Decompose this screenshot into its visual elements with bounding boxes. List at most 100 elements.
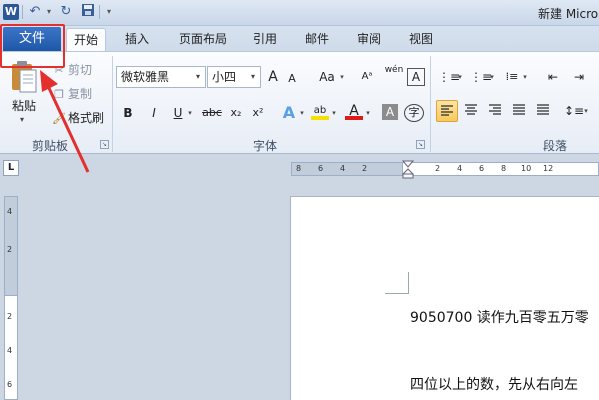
character-border-button[interactable]: A: [407, 68, 425, 86]
chevron-down-icon[interactable]: ▾: [521, 66, 529, 88]
numbering-icon[interactable]: ⋮≡: [470, 66, 492, 88]
cut-button[interactable]: ✂ 剪切: [52, 60, 92, 80]
document-page[interactable]: [290, 196, 599, 400]
chevron-down-icon[interactable]: ▾: [338, 66, 346, 88]
format-painter-label: 格式刷: [68, 111, 105, 125]
chevron-down-icon[interactable]: ▾: [330, 102, 338, 124]
tab-review[interactable]: 审阅: [350, 28, 388, 51]
font-size-combo[interactable]: 小四 ▾: [207, 66, 261, 88]
chevron-down-icon[interactable]: ▾: [246, 67, 260, 87]
ruler-number: 4: [7, 207, 13, 216]
font-launcher-icon[interactable]: ↘: [416, 140, 425, 149]
indent-marker[interactable]: [402, 160, 414, 179]
format-painter-button[interactable]: 🖌 格式刷: [52, 108, 104, 128]
chevron-down-icon[interactable]: ▾: [186, 102, 194, 124]
ruler-number: 2: [435, 164, 441, 173]
document-title: 新建 Micro: [538, 7, 599, 21]
clear-format-button[interactable]: Aᵃ: [355, 66, 379, 88]
font-group-label: 字体: [252, 139, 277, 153]
undo-dropdown-icon[interactable]: ▾: [44, 3, 54, 21]
font-color-button[interactable]: A: [345, 100, 363, 120]
document-text-line[interactable]: 9050700 读作九百零五万零: [410, 307, 589, 327]
subscript-button[interactable]: x₂: [228, 102, 244, 124]
ribbon: 粘贴 ▾ ✂ 剪切 ❐ 复制 🖌 格式刷 剪贴板 ↘ 微软雅黑 ▾ 小四 ▾ A A …: [0, 51, 599, 154]
clipboard-launcher-icon[interactable]: ↘: [100, 140, 109, 149]
justify-button[interactable]: [509, 100, 529, 122]
ruler-number: 4: [340, 164, 346, 173]
ruler-number: 2: [362, 164, 368, 173]
distributed-align-button[interactable]: [533, 100, 553, 122]
decrease-indent-icon[interactable]: ⇤: [544, 66, 562, 88]
ruler-number: 2: [7, 245, 13, 254]
italic-button[interactable]: I: [146, 102, 162, 124]
scissors-icon: ✂: [54, 64, 64, 77]
tab-view[interactable]: 视图: [402, 28, 440, 51]
font-name-combo[interactable]: 微软雅黑 ▾: [116, 66, 206, 88]
chevron-down-icon[interactable]: ▾: [191, 67, 205, 87]
grow-font-button[interactable]: A: [266, 66, 280, 88]
cut-label: 剪切: [68, 63, 93, 77]
title-bar: W ↶ ▾ ↻ ▾ 新建 Micro: [0, 0, 599, 26]
save-icon[interactable]: [79, 3, 97, 21]
document-text-line[interactable]: 四位以上的数，先从右向左: [410, 374, 578, 394]
tab-page-layout[interactable]: 页面布局: [172, 28, 234, 51]
brush-icon: 🖌: [52, 112, 66, 125]
increase-indent-icon[interactable]: ⇥: [570, 66, 588, 88]
align-right-button[interactable]: [485, 100, 505, 122]
margin-corner-mark: [385, 272, 409, 294]
phonetic-guide-button[interactable]: wén: [383, 64, 405, 86]
multilevel-list-icon[interactable]: ⁞≡: [503, 66, 521, 88]
file-tab[interactable]: 文件: [3, 27, 61, 51]
character-shading-button[interactable]: A: [382, 104, 398, 120]
bullets-icon[interactable]: ⋮≡: [438, 66, 460, 88]
customize-qat-icon[interactable]: ▾: [104, 3, 114, 21]
ruler-number: 6: [7, 380, 13, 389]
tab-home[interactable]: 开始: [66, 28, 106, 51]
paste-dropdown-icon[interactable]: ▾: [20, 115, 24, 124]
copy-button[interactable]: ❐ 复制: [52, 84, 92, 104]
group-separator: [112, 56, 113, 152]
ruler-number: 8: [501, 164, 507, 173]
chevron-down-icon[interactable]: ▾: [298, 102, 306, 124]
group-separator: [430, 56, 431, 152]
tab-references[interactable]: 引用: [246, 28, 284, 51]
line-spacing-icon[interactable]: ↕≡: [564, 100, 584, 122]
tab-mailings[interactable]: 邮件: [298, 28, 336, 51]
undo-icon[interactable]: ↶: [26, 3, 44, 21]
tab-insert[interactable]: 插入: [118, 28, 156, 51]
shrink-font-button[interactable]: A: [286, 68, 298, 90]
chevron-down-icon[interactable]: ▾: [456, 66, 464, 88]
paste-icon[interactable]: [10, 60, 38, 94]
highlight-color-button[interactable]: ab: [311, 100, 329, 120]
strikethrough-button[interactable]: abc: [200, 102, 224, 124]
ruler-number: 2: [7, 312, 13, 321]
ruler-number: 6: [479, 164, 485, 173]
paste-button[interactable]: 粘贴: [12, 97, 36, 114]
chevron-down-icon[interactable]: ▾: [488, 66, 496, 88]
clipboard-group-label: 剪贴板: [31, 139, 68, 153]
ruler-number: 10: [521, 164, 532, 173]
align-left-button[interactable]: [436, 100, 458, 122]
change-case-button[interactable]: Aa: [316, 66, 338, 88]
superscript-button[interactable]: x²: [250, 102, 266, 124]
bold-button[interactable]: B: [120, 102, 136, 124]
font-size-value: 小四: [212, 70, 237, 84]
text-effects-button[interactable]: A: [280, 102, 298, 124]
ruler-number: 6: [318, 164, 324, 173]
ruler-number: 12: [543, 164, 554, 173]
qat-separator: [22, 5, 23, 19]
enclose-characters-button[interactable]: 字: [404, 104, 424, 122]
ruler-number: 4: [7, 346, 13, 355]
align-center-button[interactable]: [461, 100, 481, 122]
qat-separator: [99, 5, 100, 19]
ruler-number: 8: [296, 164, 302, 173]
copy-icon: ❐: [54, 88, 64, 101]
ruler-left-margin: [291, 162, 403, 176]
tab-selector-button[interactable]: L: [3, 160, 19, 176]
chevron-down-icon[interactable]: ▾: [582, 100, 590, 122]
redo-icon[interactable]: ↻: [57, 3, 75, 21]
word-app-icon[interactable]: W: [3, 4, 19, 20]
ruler-number: 4: [457, 164, 463, 173]
underline-button[interactable]: U: [170, 102, 186, 124]
chevron-down-icon[interactable]: ▾: [364, 102, 372, 124]
